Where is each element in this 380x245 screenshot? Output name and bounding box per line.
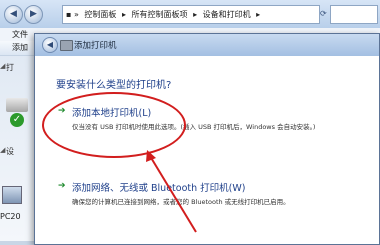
forward-button[interactable]: ▶: [24, 5, 43, 24]
printer-icon[interactable]: [6, 98, 28, 112]
toolbar-add-button[interactable]: 添加: [12, 43, 28, 52]
breadcrumb-item[interactable]: 设备和打印机: [203, 10, 251, 19]
breadcrumb-separator-icon: ▸: [193, 10, 198, 19]
option-description: 确保您的计算机已连接到网络，或者您的 Bluetooth 或无线打印机已启用。: [72, 198, 290, 206]
collapse-icon[interactable]: ◢: [0, 146, 5, 154]
breadcrumb-item[interactable]: 所有控制面板项: [132, 10, 188, 19]
search-input[interactable]: [330, 5, 378, 24]
left-pane-label: 设: [6, 147, 14, 156]
breadcrumb-item[interactable]: 控制面板: [84, 10, 116, 19]
collapse-icon[interactable]: ◢: [0, 62, 5, 70]
green-arrow-icon: ➔: [58, 181, 66, 191]
add-network-printer-option[interactable]: ➔ 添加网络、无线或 Bluetooth 打印机(W) 确保您的计算机已连接到网…: [45, 173, 367, 217]
dialog-title: 添加打印机: [74, 41, 117, 51]
address-folder-icon: ▪ »: [66, 10, 79, 19]
highlight-ellipse: [42, 92, 186, 158]
dialog-title-bar: ◀ 添加打印机: [35, 34, 379, 56]
dialog-question: 要安装什么类型的打印机?: [56, 80, 172, 91]
address-bar[interactable]: ▪ » 控制面板 ▸ 所有控制面板项 ▸ 设备和打印机 ▸: [62, 5, 320, 24]
refresh-icon[interactable]: ⟳: [320, 9, 327, 18]
explorer-nav-bar: ◀ ▶ ▪ » 控制面板 ▸ 所有控制面板项 ▸ 设备和打印机 ▸ ⟳: [0, 0, 380, 29]
default-check-icon: ✓: [10, 113, 24, 127]
computer-icon[interactable]: [2, 186, 22, 204]
printer-icon: [60, 40, 73, 51]
option-title: 添加网络、无线或 Bluetooth 打印机(W): [72, 183, 246, 194]
back-button[interactable]: ◀: [4, 5, 23, 24]
dialog-back-button[interactable]: ◀: [42, 37, 58, 53]
left-pane-label: 打: [6, 63, 14, 72]
breadcrumb-separator-icon: ▸: [121, 10, 126, 19]
device-label: PC20: [0, 212, 21, 221]
breadcrumb-separator-icon: ▸: [256, 10, 261, 19]
menu-item-file[interactable]: 文件: [12, 30, 28, 39]
